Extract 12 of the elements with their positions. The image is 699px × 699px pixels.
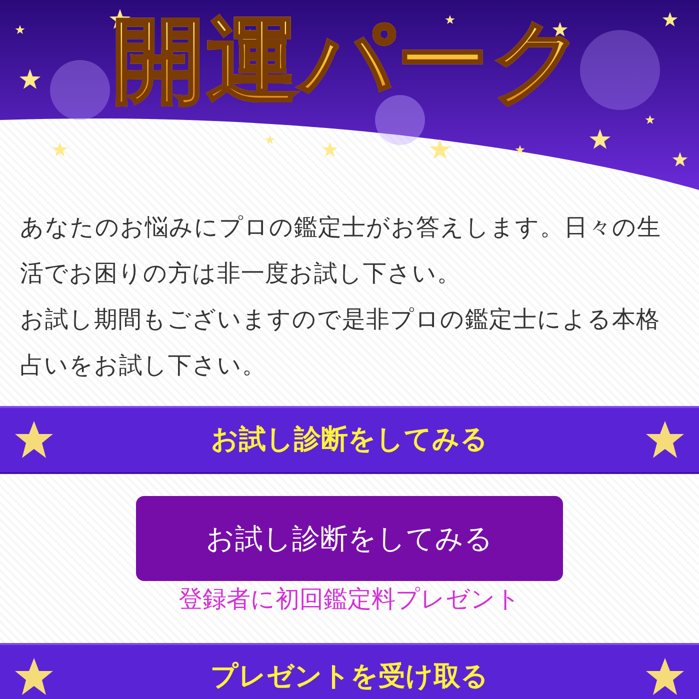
star-icon xyxy=(14,657,54,697)
intro-paragraph: お試し期間もございますので是非プロの鑑定士による本格占いをお試し下さい。 xyxy=(20,304,661,381)
trial-banner[interactable]: お試し診断をしてみる xyxy=(0,406,699,474)
star-icon xyxy=(645,657,685,697)
trial-button[interactable]: お試し診断をしてみる xyxy=(136,496,563,581)
star-icon xyxy=(645,420,685,460)
intro-paragraph: あなたのお悩みにプロの鑑定士がお答えします。日々の生活でお困りの方は非一度お試し下さい。 xyxy=(20,212,662,289)
gift-note: 登録者に初回鑑定料プレゼント xyxy=(178,584,520,615)
present-banner[interactable]: プレゼントを受け取る xyxy=(0,643,699,699)
banner-label: プレゼントを受け取る xyxy=(210,660,488,694)
star-icon xyxy=(14,420,54,460)
banner-label: お試し診断をしてみる xyxy=(211,422,488,457)
